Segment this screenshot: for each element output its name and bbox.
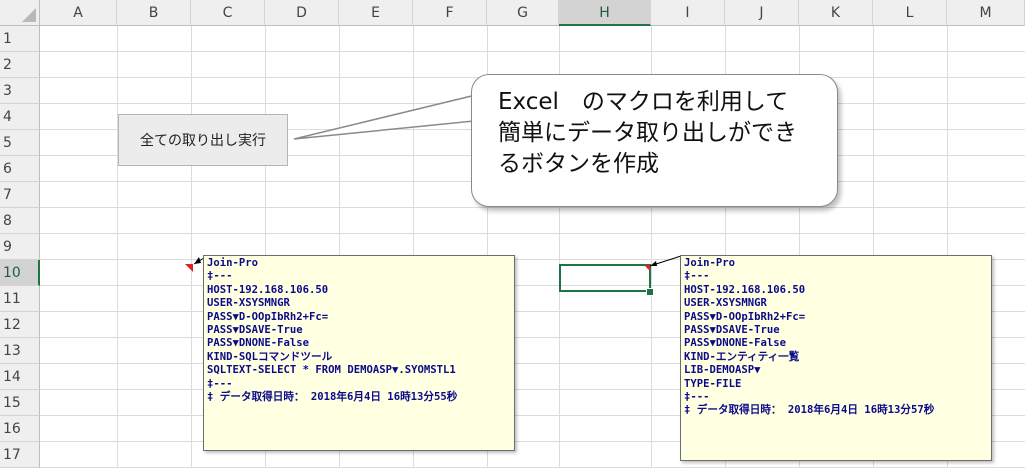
row-header-11[interactable]: 11 — [0, 286, 40, 312]
cell-comment-left: Join-Pro ‡--- HOST-192.168.106.50 USER-XSYS… — [203, 255, 515, 451]
row-header-7[interactable]: 7 — [0, 182, 40, 208]
comment-line: PASS▼DSAVE-True — [207, 324, 303, 337]
column-header-a[interactable]: A — [40, 0, 117, 26]
grid-hline — [40, 51, 1025, 52]
comment-line: ‡--- — [207, 377, 233, 390]
callout-pointer-cover — [472, 96, 488, 118]
row-header-9[interactable]: 9 — [0, 234, 40, 260]
row-header-4[interactable]: 4 — [0, 104, 40, 130]
cell-comment-right: Join-Pro ‡--- HOST-192.168.106.50 USER-XSYS… — [680, 255, 992, 461]
comment-line: ‡ データ取得日時： 2018年6月4日 16時13分55秒 — [207, 391, 458, 404]
run-all-extract-button[interactable]: 全ての取り出し実行 — [118, 114, 288, 166]
row-header-5[interactable]: 5 — [0, 130, 40, 156]
grid-hline — [40, 207, 1025, 208]
comment-line: ‡ データ取得日時： 2018年6月4日 16時13分57秒 — [684, 404, 935, 417]
comment-line: ‡--- — [684, 391, 710, 404]
row-header-8[interactable]: 8 — [0, 208, 40, 234]
comment-line: HOST-192.168.106.50 — [684, 283, 806, 296]
comment-line: USER-XSYSMNGR — [207, 297, 290, 310]
comment-line: PASS▼D-OOpIbRh2+Fc= — [684, 310, 806, 323]
row-header-14[interactable]: 14 — [0, 364, 40, 390]
column-header-h[interactable]: H — [559, 0, 651, 26]
row-header-3[interactable]: 3 — [0, 78, 40, 104]
comment-line: PASS▼DNONE-False — [684, 337, 787, 350]
column-header-l[interactable]: L — [873, 0, 947, 26]
column-header-i[interactable]: I — [651, 0, 725, 26]
comment-line: HOST-192.168.106.50 — [207, 283, 329, 296]
column-header-j[interactable]: J — [725, 0, 799, 26]
comment-line: USER-XSYSMNGR — [684, 297, 767, 310]
row-header-1[interactable]: 1 — [0, 26, 40, 52]
column-header-d[interactable]: D — [265, 0, 339, 26]
comment-line: ‡--- — [684, 270, 710, 283]
comment-line: SQLTEXT-SELECT * FROM DEMOASP▼.SYOMSTL1 — [207, 364, 456, 377]
comment-line: PASS▼D-OOpIbRh2+Fc= — [207, 310, 329, 323]
column-header-b[interactable]: B — [117, 0, 191, 26]
fill-handle[interactable] — [646, 288, 654, 296]
selected-cell-h10[interactable] — [559, 264, 651, 292]
column-header-g[interactable]: G — [487, 0, 559, 26]
comment-line: ‡--- — [207, 270, 233, 283]
row-header-10[interactable]: 10 — [0, 260, 40, 286]
comment-line: Join-Pro — [684, 257, 736, 269]
grid-vline — [117, 26, 118, 468]
row-header-17[interactable]: 17 — [0, 442, 40, 468]
column-header-k[interactable]: K — [799, 0, 873, 26]
column-header-f[interactable]: F — [413, 0, 487, 26]
comment-line: PASS▼DNONE-False — [207, 337, 310, 350]
select-all-triangle-icon — [22, 8, 36, 22]
comment-line: TYPE-FILE — [684, 377, 742, 390]
row-header-6[interactable]: 6 — [0, 156, 40, 182]
callout-annotation: Excel のマクロを利用して 簡単にデータ取り出しができ るボタンを作成 — [471, 74, 838, 207]
column-header-m[interactable]: M — [947, 0, 1025, 26]
row-header-12[interactable]: 12 — [0, 312, 40, 338]
row-header-15[interactable]: 15 — [0, 390, 40, 416]
column-header-e[interactable]: E — [339, 0, 413, 26]
comment-line: LIB-DEMOASP▼ — [684, 364, 761, 377]
grid-vline — [191, 26, 192, 468]
select-all-corner[interactable] — [0, 0, 40, 26]
grid-hline — [40, 233, 1025, 234]
comment-line: Join-Pro — [207, 257, 259, 269]
comment-line: PASS▼DSAVE-True — [684, 324, 780, 337]
column-header-c[interactable]: C — [191, 0, 265, 26]
row-header-16[interactable]: 16 — [0, 416, 40, 442]
comment-line: KIND-SQLコマンドツール — [207, 350, 333, 363]
row-header-2[interactable]: 2 — [0, 52, 40, 78]
comment-line: KIND-エンティティ一覧 — [684, 350, 800, 363]
row-header-13[interactable]: 13 — [0, 338, 40, 364]
